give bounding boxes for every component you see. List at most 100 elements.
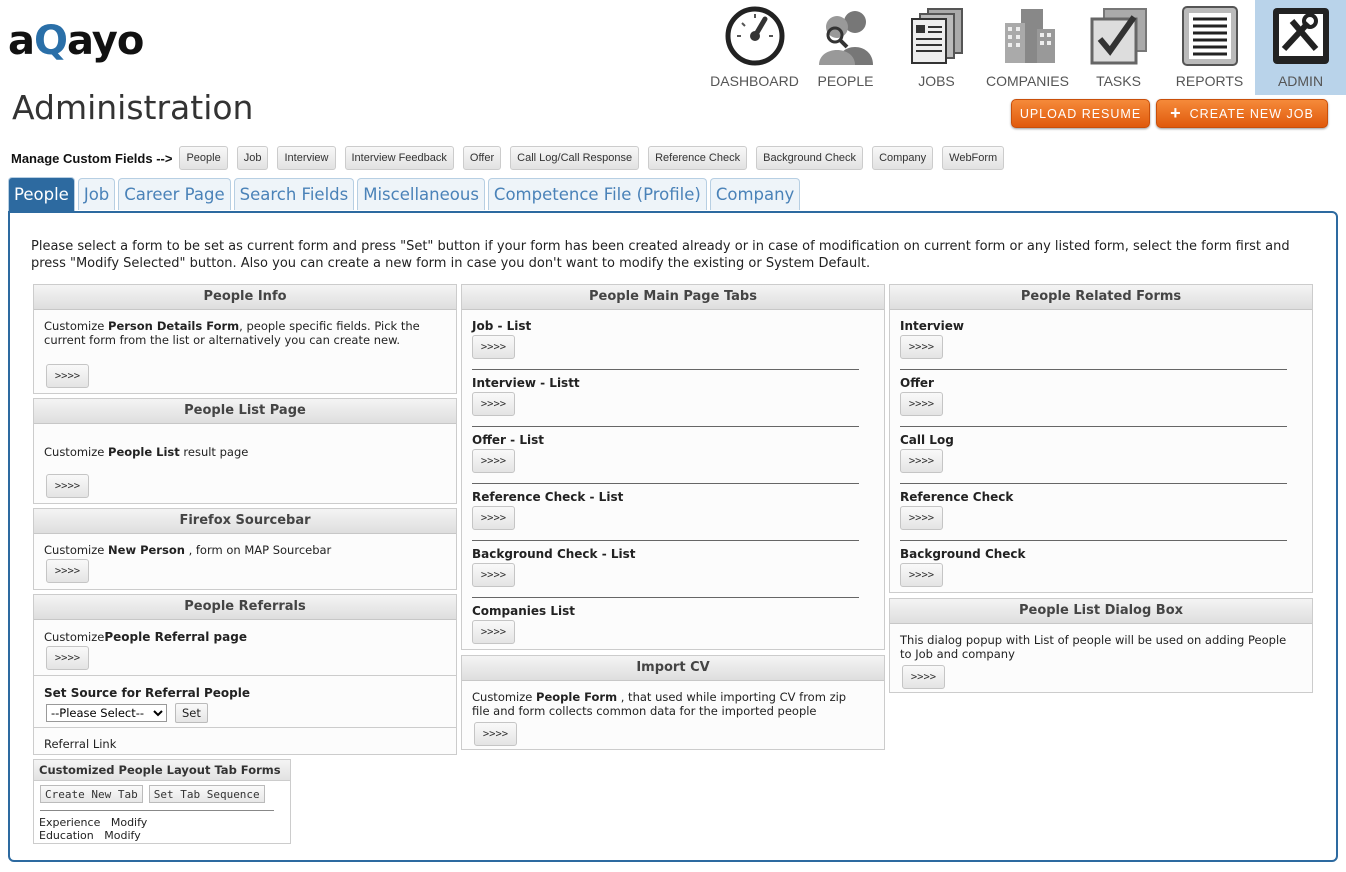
dashboard-gauge-icon [725,6,784,66]
page-title: Administration [12,88,254,127]
tab-search-fields[interactable]: Search Fields [233,178,355,210]
nav-people[interactable]: PEOPLE [800,0,891,95]
custom-field-webform-button[interactable]: WebForm [942,146,1005,170]
people-list-desc: Customize People List result page [44,445,248,459]
modify-link[interactable]: Modify [111,816,147,829]
set-source-controls: --Please Select-- Set [46,703,208,723]
related-form-item: Background Check >>>> [900,547,1287,587]
item-go-button[interactable]: >>>> [472,620,515,644]
nav-tasks[interactable]: TASKS [1073,0,1164,95]
nav-admin[interactable]: ADMIN [1255,0,1346,95]
create-new-job-label: CREATE NEW JOB [1189,106,1314,121]
people-related-forms-box: People Related Forms Interview >>>> Offer… [889,284,1313,593]
logo-text-rest: ayo [67,18,144,64]
dialog-go-button[interactable]: >>>> [902,665,945,689]
box-title: People Related Forms [890,285,1312,310]
tab-competence-file[interactable]: Competence File (Profile) [487,178,707,210]
modify-link[interactable]: Modify [104,829,140,842]
firefox-go-button[interactable]: >>>> [46,559,89,583]
tab-career-page[interactable]: Career Page [118,178,231,210]
upload-resume-button[interactable]: UPLOAD RESUME [1011,99,1150,128]
set-source-button[interactable]: Set [175,703,208,723]
referral-source-select[interactable]: --Please Select-- [46,704,167,722]
item-go-button[interactable]: >>>> [472,335,515,359]
tab-people[interactable]: People [8,177,75,211]
item-label: Companies List [472,604,575,618]
item-label: Reference Check - List [472,490,624,504]
tab-company[interactable]: Company [709,178,801,210]
desc-text: Customize [44,630,105,644]
item-go-button[interactable]: >>>> [900,449,943,473]
item-go-button[interactable]: >>>> [900,506,943,530]
custom-field-offer-button[interactable]: Offer [462,146,502,170]
tab-job[interactable]: Job [77,178,116,210]
custom-field-background-check-button[interactable]: Background Check [756,146,864,170]
item-go-button[interactable]: >>>> [900,563,943,587]
box-title: People Info [34,285,456,310]
people-list-page-box: People List Page Customize People List r… [33,398,457,504]
custom-field-call-log-button[interactable]: Call Log/Call Response [510,146,640,170]
custom-field-interview-feedback-button[interactable]: Interview Feedback [344,146,454,170]
box-title: People List Page [34,399,456,424]
nav-companies[interactable]: COMPANIES [982,0,1073,95]
item-label: Offer - List [472,433,544,447]
divider [472,369,859,370]
main-tab-item: Offer - List >>>> [472,433,859,473]
referral-link[interactable]: Referral Link [44,737,116,751]
create-new-tab-button[interactable]: Create New Tab [40,785,143,803]
desc-text: result page [179,445,249,459]
custom-field-job-button[interactable]: Job [236,146,269,170]
item-go-button[interactable]: >>>> [472,392,515,416]
custom-field-reference-check-button[interactable]: Reference Check [648,146,748,170]
layout-tab-buttons: Create New Tab Set Tab Sequence [40,785,265,803]
main-nav: DASHBOARD PEOPLE JOBS COMPANIES TASKS RE… [709,0,1346,95]
divider [472,483,859,484]
create-new-job-button[interactable]: + CREATE NEW JOB [1156,99,1328,128]
custom-fields-label: Manage Custom Fields --> [11,150,173,166]
main-tab-item: Background Check - List >>>> [472,547,859,587]
layout-tab-forms-box: Customized People Layout Tab Forms Creat… [33,759,291,844]
main-tab-item: Job - List >>>> [472,319,859,359]
nav-label: PEOPLE [817,73,874,89]
set-tab-sequence-button[interactable]: Set Tab Sequence [148,785,265,803]
desc-text: Customize [472,690,537,704]
nav-reports[interactable]: REPORTS [1164,0,1255,95]
import-cv-go-button[interactable]: >>>> [474,722,517,746]
divider [472,597,859,598]
people-info-go-button[interactable]: >>>> [46,364,89,388]
admin-tabs: People Job Career Page Search Fields Mis… [8,177,803,211]
tab-miscellaneous[interactable]: Miscellaneous [357,178,485,210]
custom-field-company-button[interactable]: Company [872,146,934,170]
item-label: Job - List [472,319,532,333]
nav-label: DASHBOARD [710,73,799,89]
referrals-desc: CustomizePeople Referral page [44,630,247,644]
divider [34,727,456,728]
aqayo-logo[interactable]: aQayo [8,18,144,64]
divider [34,675,456,676]
upload-resume-label: UPLOAD RESUME [1019,106,1142,121]
people-list-dialog-box: People List Dialog Box This dialog popup… [889,598,1313,693]
custom-field-people-button[interactable]: People [179,146,228,170]
plus-icon: + [1170,103,1182,123]
tasks-checkbox-icon [1090,8,1147,65]
people-icon [818,11,873,65]
divider [900,369,1287,370]
item-go-button[interactable]: >>>> [900,335,943,359]
nav-dashboard[interactable]: DASHBOARD [709,0,800,95]
desc-text: Customize [44,543,109,557]
box-title: Firefox Sourcebar [34,509,456,534]
tab-form-name: Experience [39,816,101,829]
custom-field-interview-button[interactable]: Interview [277,146,336,170]
nav-jobs[interactable]: JOBS [891,0,982,95]
people-info-desc: Customize Person Details Form, people sp… [44,319,424,347]
item-go-button[interactable]: >>>> [472,506,515,530]
desc-text: Customize [44,319,109,333]
item-go-button[interactable]: >>>> [472,449,515,473]
main-tab-item: Interview - Listt >>>> [472,376,859,416]
divider [40,810,274,811]
item-go-button[interactable]: >>>> [472,563,515,587]
box-title: People Referrals [34,595,456,620]
referrals-go-button[interactable]: >>>> [46,646,89,670]
item-go-button[interactable]: >>>> [900,392,943,416]
people-list-go-button[interactable]: >>>> [46,474,89,498]
